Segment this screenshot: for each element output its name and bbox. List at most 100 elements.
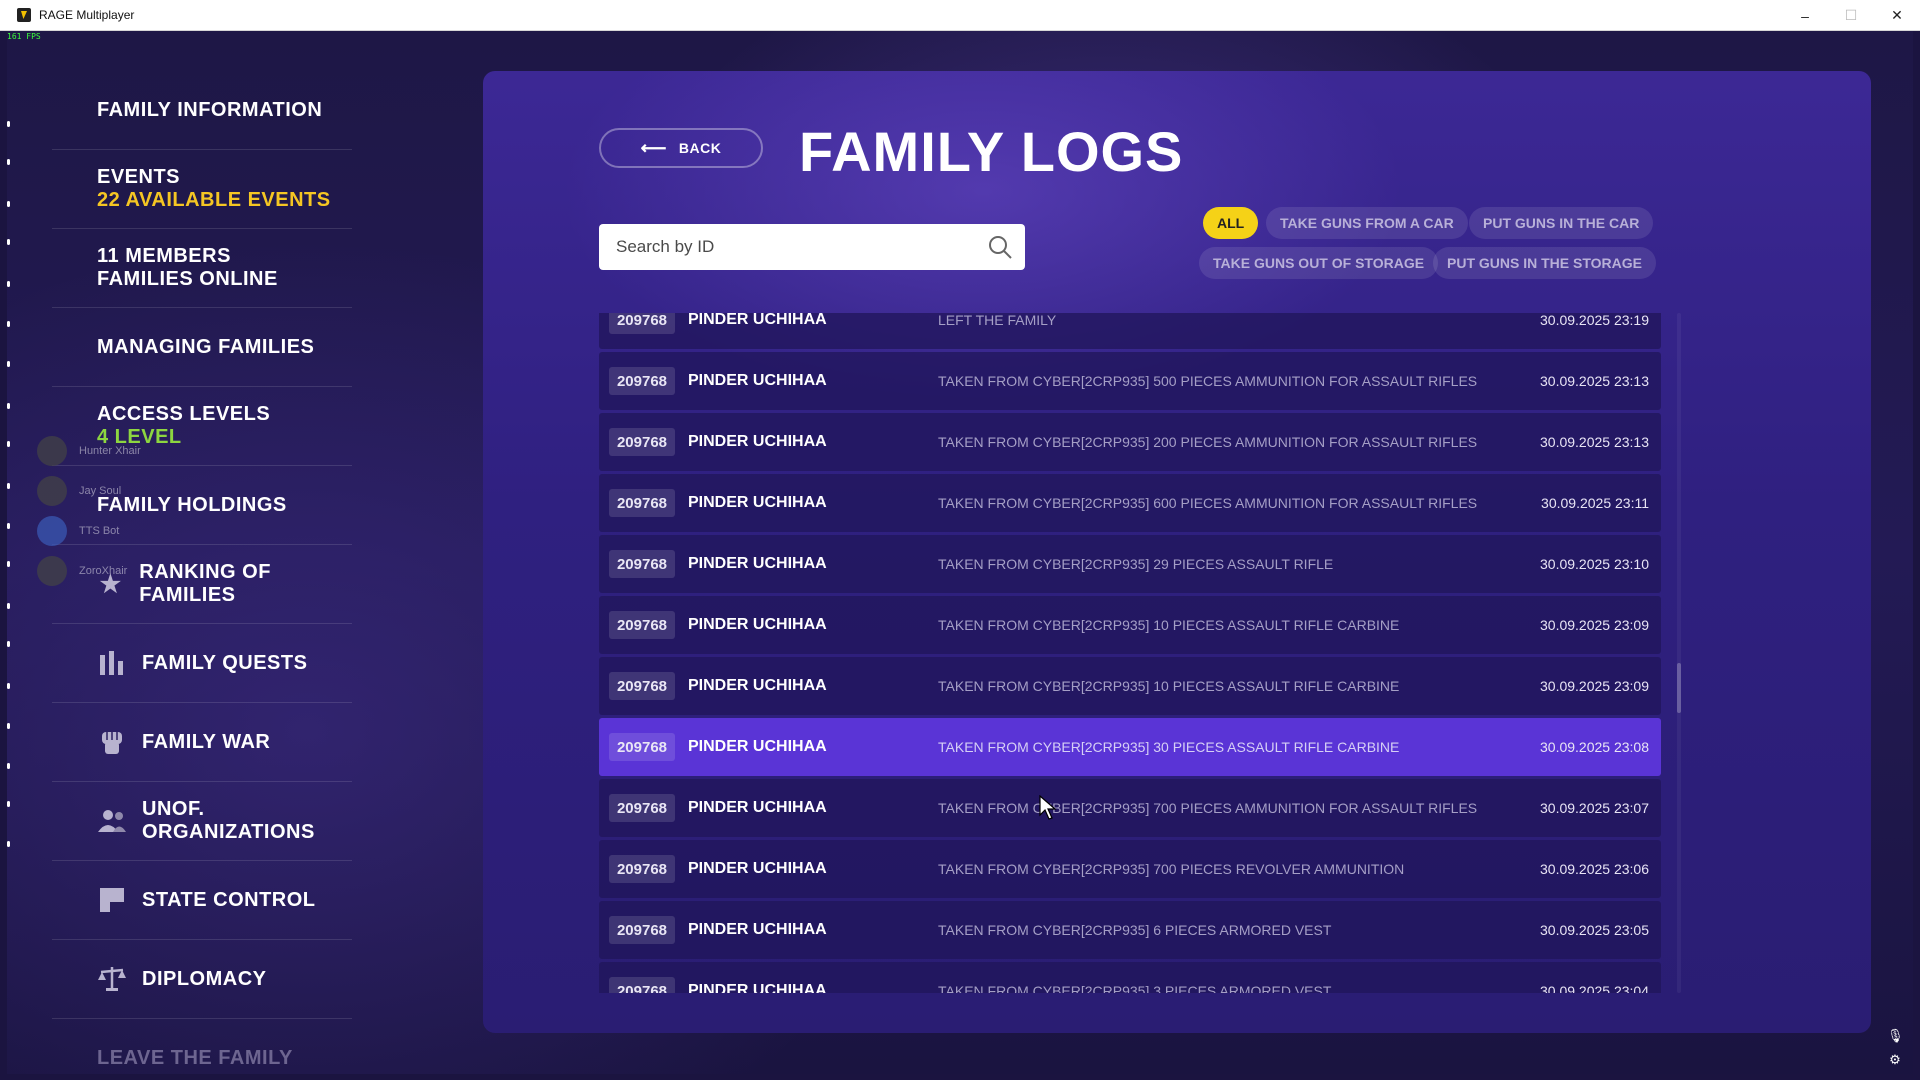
log-action: TAKEN FROM CYBER[2CRP935] 3 PIECES ARMOR… <box>938 983 1332 993</box>
log-user-id: 209768 <box>609 672 675 700</box>
avatar <box>37 556 67 586</box>
log-action: TAKEN FROM CYBER[2CRP935] 10 PIECES ASSA… <box>938 678 1400 694</box>
window-titlebar: RAGE Multiplayer – ☐ ✕ <box>0 0 1920 31</box>
log-list-scrollbar[interactable] <box>1677 313 1681 993</box>
log-action: LEFT THE FAMILY <box>938 313 1057 328</box>
log-row-hovered[interactable]: 209768 PINDER UCHIHAA TAKEN FROM CYBER[2… <box>599 718 1661 776</box>
log-row[interactable]: 209768 PINDER UCHIHAA TAKEN FROM CYBER[2… <box>599 474 1661 532</box>
flag-icon <box>97 885 127 915</box>
log-time: 30.09.2025 23:07 <box>1540 800 1649 816</box>
sidebar-item-label: STATE CONTROL <box>142 888 316 911</box>
log-action: TAKEN FROM CYBER[2CRP935] 29 PIECES ASSA… <box>938 556 1334 572</box>
log-user-id: 209768 <box>609 733 675 761</box>
sidebar-item-state-control[interactable]: STATE CONTROL <box>52 861 352 940</box>
events-available-count: 22 AVAILABLE EVENTS <box>97 189 331 211</box>
rage-app-icon <box>17 8 31 22</box>
sidebar-item-family-quests[interactable]: FAMILY QUESTS <box>52 624 352 703</box>
sidebar-item-label: LEAVE THE FAMILY <box>97 1046 293 1069</box>
sidebar-item-label: ACCESS LEVELS <box>97 403 271 425</box>
log-time: 30.09.2025 23:04 <box>1540 983 1649 993</box>
scrollbar-thumb[interactable] <box>1677 663 1681 713</box>
fps-counter: 161 FPS <box>7 32 41 41</box>
log-user-id: 209768 <box>609 550 675 578</box>
family-logs-panel: ⟵ BACK FAMILY LOGS ALL TAKE GUNS FROM A … <box>483 71 1871 1033</box>
search-icon[interactable] <box>987 234 1013 260</box>
log-time: 30.09.2025 23:06 <box>1540 861 1649 877</box>
window-controls: – ☐ ✕ <box>1782 0 1920 31</box>
avatar <box>37 516 67 546</box>
sidebar-item-label: FAMILY INFORMATION <box>97 98 323 121</box>
log-row[interactable]: 209768 PINDER UCHIHAA LEFT THE FAMILY 30… <box>599 313 1661 349</box>
sidebar-item-label: RANKING OF FAMILIES <box>139 561 271 606</box>
filter-put-guns-in-car[interactable]: PUT GUNS IN THE CAR <box>1469 207 1654 239</box>
log-time: 30.09.2025 23:09 <box>1540 617 1649 633</box>
log-user-name: PINDER UCHIHAA <box>688 433 827 450</box>
sidebar-item-unof-organizations[interactable]: UNOF. ORGANIZATIONS <box>52 782 352 861</box>
search-box <box>599 224 1025 270</box>
filter-take-guns-from-car[interactable]: TAKE GUNS FROM A CAR <box>1266 207 1468 239</box>
log-row[interactable]: 209768 PINDER UCHIHAA TAKEN FROM CYBER[2… <box>599 901 1661 959</box>
filter-put-guns-in-storage[interactable]: PUT GUNS IN THE STORAGE <box>1433 247 1656 279</box>
sidebar-item-label: FAMILY QUESTS <box>142 651 308 674</box>
log-row[interactable]: 209768 PINDER UCHIHAA TAKEN FROM CYBER[2… <box>599 596 1661 654</box>
log-user-name: PINDER UCHIHAA <box>688 738 827 755</box>
game-viewport: 161 FPS FAMILY INFORMATION EVENTS 22 AVA… <box>7 31 1913 1074</box>
avatar <box>37 476 67 506</box>
log-user-name: PINDER UCHIHAA <box>688 616 827 633</box>
log-row[interactable]: 209768 PINDER UCHIHAA TAKEN FROM CYBER[2… <box>599 352 1661 410</box>
log-user-name: PINDER UCHIHAA <box>688 313 827 328</box>
log-user-id: 209768 <box>609 977 675 993</box>
voice-user-name: ZoroXhair <box>79 565 128 577</box>
log-user-name: PINDER UCHIHAA <box>688 677 827 694</box>
back-button[interactable]: ⟵ BACK <box>599 128 763 168</box>
edge-indicators <box>7 111 11 871</box>
filter-take-guns-out-of-storage[interactable]: TAKE GUNS OUT OF STORAGE <box>1199 247 1439 279</box>
log-row[interactable]: 209768 PINDER UCHIHAA TAKEN FROM CYBER[2… <box>599 535 1661 593</box>
log-action: TAKEN FROM CYBER[2CRP935] 30 PIECES ASSA… <box>938 739 1400 755</box>
log-action: TAKEN FROM CYBER[2CRP935] 700 PIECES AMM… <box>938 800 1478 816</box>
log-action: TAKEN FROM CYBER[2CRP935] 10 PIECES ASSA… <box>938 617 1400 633</box>
back-button-label: BACK <box>678 140 722 156</box>
sidebar-item-label: EVENTS <box>97 166 181 188</box>
mouse-cursor-icon <box>1039 795 1057 820</box>
avatar <box>37 436 67 466</box>
search-input[interactable] <box>599 237 959 257</box>
close-button[interactable]: ✕ <box>1874 0 1920 31</box>
log-row[interactable]: 209768 PINDER UCHIHAA TAKEN FROM CYBER[2… <box>599 779 1661 837</box>
log-time: 30.09.2025 23:09 <box>1540 678 1649 694</box>
log-user-name: PINDER UCHIHAA <box>688 860 827 877</box>
log-user-id: 209768 <box>609 611 675 639</box>
sidebar-item-managing-families[interactable]: MANAGING FAMILIES <box>52 308 352 387</box>
fist-icon <box>97 727 127 757</box>
maximize-button[interactable]: ☐ <box>1828 0 1874 31</box>
log-row[interactable]: 209768 PINDER UCHIHAA TAKEN FROM CYBER[2… <box>599 657 1661 715</box>
log-user-id: 209768 <box>609 794 675 822</box>
log-user-name: PINDER UCHIHAA <box>688 799 827 816</box>
log-user-id: 209768 <box>609 313 675 334</box>
voice-user-name: Jay Soul <box>79 485 122 497</box>
log-row[interactable]: 209768 PINDER UCHIHAA TAKEN FROM CYBER[2… <box>599 840 1661 898</box>
sidebar-item-leave-the-family[interactable]: LEAVE THE FAMILY <box>52 1019 352 1074</box>
sidebar-item-diplomacy[interactable]: DIPLOMACY <box>52 940 352 1019</box>
log-action: TAKEN FROM CYBER[2CRP935] 6 PIECES ARMOR… <box>938 922 1332 938</box>
log-time: 30.09.2025 23:08 <box>1540 739 1649 755</box>
log-row[interactable]: 209768 PINDER UCHIHAA TAKEN FROM CYBER[2… <box>599 962 1661 993</box>
settings-icon: ⚙ <box>1889 1052 1901 1067</box>
log-user-id: 209768 <box>609 489 675 517</box>
scales-icon <box>97 964 127 994</box>
sidebar-item-members[interactable]: 11 MEMBERS FAMILIES ONLINE <box>52 229 352 308</box>
filter-all[interactable]: ALL <box>1203 207 1259 239</box>
log-user-name: PINDER UCHIHAA <box>688 555 827 572</box>
log-time: 30.09.2025 23:13 <box>1540 434 1649 450</box>
sidebar-item-family-war[interactable]: FAMILY WAR <box>52 703 352 782</box>
voice-user: Hunter Xhair <box>37 431 141 471</box>
log-action: TAKEN FROM CYBER[2CRP935] 600 PIECES AMM… <box>938 495 1478 511</box>
log-action: TAKEN FROM CYBER[2CRP935] 200 PIECES AMM… <box>938 434 1478 450</box>
sidebar-item-events[interactable]: EVENTS 22 AVAILABLE EVENTS <box>52 150 352 229</box>
sidebar-item-family-information[interactable]: FAMILY INFORMATION <box>52 71 352 150</box>
microphone-icon: 🎙 <box>1887 1028 1904 1043</box>
log-time: 30.09.2025 23:13 <box>1540 373 1649 389</box>
log-user-id: 209768 <box>609 916 675 944</box>
minimize-button[interactable]: – <box>1782 0 1828 31</box>
log-row[interactable]: 209768 PINDER UCHIHAA TAKEN FROM CYBER[2… <box>599 413 1661 471</box>
